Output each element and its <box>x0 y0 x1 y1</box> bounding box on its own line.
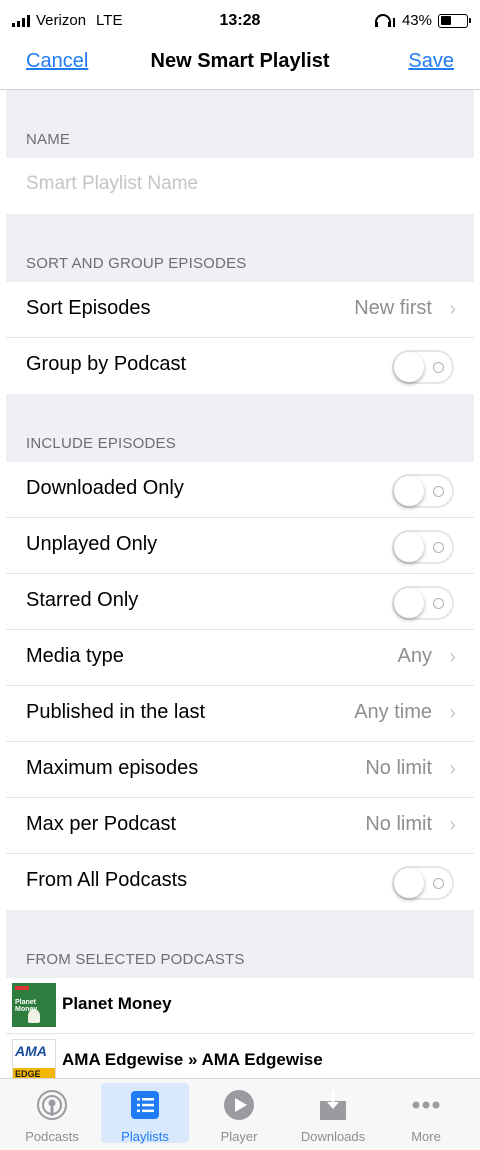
status-right: 43% <box>374 12 471 29</box>
chevron-right-icon: › <box>449 814 456 836</box>
playlist-form[interactable]: NAME Smart Playlist Name SORT AND GROUP … <box>0 90 480 1078</box>
include-header: INCLUDE EPISODES <box>6 394 474 462</box>
form-panel: NAME Smart Playlist Name SORT AND GROUP … <box>6 90 474 1078</box>
list-icon <box>131 1091 159 1119</box>
name-header-label: NAME <box>26 131 71 148</box>
tab-downloads[interactable]: Downloads <box>289 1083 377 1144</box>
max-per-podcast-label: Max per Podcast <box>26 813 177 835</box>
navigation-bar: Cancel New Smart Playlist Save <box>0 40 480 90</box>
chevron-right-icon: › <box>449 646 456 668</box>
starred-only-row: Starred Only <box>6 574 474 630</box>
podcast-title: Planet Money <box>62 994 172 1013</box>
published-label: Published in the last <box>26 701 206 723</box>
playlist-name-field[interactable]: Smart Playlist Name <box>6 158 474 214</box>
podcast-artwork: Planet Money <box>12 983 56 1027</box>
downloaded-only-toggle[interactable] <box>392 474 454 508</box>
podcast-icon <box>37 1090 67 1120</box>
maximum-episodes-label: Maximum episodes <box>26 757 199 779</box>
downloaded-only-label: Downloaded Only <box>26 477 184 499</box>
from-all-podcasts-row: From All Podcasts <box>6 854 474 910</box>
tab-bar: Podcasts Playlists Player Downloads More <box>0 1078 480 1150</box>
max-per-podcast-row[interactable]: Max per Podcast No limit › <box>6 798 474 854</box>
starred-only-toggle[interactable] <box>392 586 454 620</box>
headphones-icon <box>374 13 395 27</box>
sort-episodes-label: Sort Episodes <box>26 297 151 319</box>
chevron-right-icon: › <box>449 702 456 724</box>
chevron-right-icon: › <box>449 758 456 780</box>
status-bar: Verizon LTE 13:28 43% <box>0 0 480 40</box>
unplayed-only-row: Unplayed Only <box>6 518 474 574</box>
media-type-value: Any <box>397 645 432 667</box>
save-button[interactable]: Save <box>408 50 454 73</box>
sort-header-label: SORT AND GROUP EPISODES <box>26 255 247 272</box>
tab-player[interactable]: Player <box>195 1083 283 1144</box>
downloaded-only-row: Downloaded Only <box>6 462 474 518</box>
play-icon <box>224 1090 254 1120</box>
more-icon <box>412 1101 440 1109</box>
group-by-podcast-label: Group by Podcast <box>26 353 187 375</box>
playlist-name-placeholder: Smart Playlist Name <box>26 173 199 194</box>
tab-label: Playlists <box>121 1129 169 1144</box>
include-header-label: INCLUDE EPISODES <box>26 435 176 452</box>
podcast-artwork: AMA EDGE <box>12 1039 56 1078</box>
published-row[interactable]: Published in the last Any time › <box>6 686 474 742</box>
sort-episodes-value: New first <box>354 297 432 319</box>
download-icon <box>320 1090 346 1120</box>
unplayed-only-label: Unplayed Only <box>26 533 158 555</box>
battery-icon <box>438 13 471 28</box>
name-header: NAME <box>6 90 474 158</box>
published-value: Any time <box>354 701 432 723</box>
tab-label: Player <box>220 1129 258 1144</box>
sort-episodes-row[interactable]: Sort Episodes New first › <box>6 282 474 338</box>
sort-header: SORT AND GROUP EPISODES <box>6 214 474 282</box>
tab-label: Podcasts <box>25 1129 79 1144</box>
battery-percent: 43% <box>401 12 432 29</box>
selected-header-label: FROM SELECTED PODCASTS <box>26 951 245 968</box>
tab-playlists[interactable]: Playlists <box>101 1083 189 1144</box>
maximum-episodes-value: No limit <box>365 757 432 779</box>
tab-podcasts[interactable]: Podcasts <box>8 1083 96 1144</box>
maximum-episodes-row[interactable]: Maximum episodes No limit › <box>6 742 474 798</box>
group-by-podcast-row: Group by Podcast <box>6 338 474 394</box>
list-item[interactable]: AMA EDGE AMA Edgewise » AMA Edgewise <box>6 1034 474 1078</box>
from-all-podcasts-label: From All Podcasts <box>26 869 188 891</box>
tab-more[interactable]: More <box>382 1083 470 1144</box>
selected-header: FROM SELECTED PODCASTS <box>6 910 474 978</box>
media-type-label: Media type <box>26 645 124 667</box>
media-type-row[interactable]: Media type Any › <box>6 630 474 686</box>
list-item[interactable]: Planet Money Planet Money <box>6 978 474 1034</box>
tab-label: More <box>411 1129 441 1144</box>
podcast-title: AMA Edgewise » AMA Edgewise <box>62 1050 323 1069</box>
from-all-podcasts-toggle[interactable] <box>392 866 454 900</box>
group-by-podcast-toggle[interactable] <box>392 350 454 384</box>
tab-label: Downloads <box>300 1129 366 1144</box>
starred-only-label: Starred Only <box>26 589 139 611</box>
unplayed-only-toggle[interactable] <box>392 530 454 564</box>
chevron-right-icon: › <box>449 298 456 320</box>
max-per-podcast-value: No limit <box>365 813 432 835</box>
